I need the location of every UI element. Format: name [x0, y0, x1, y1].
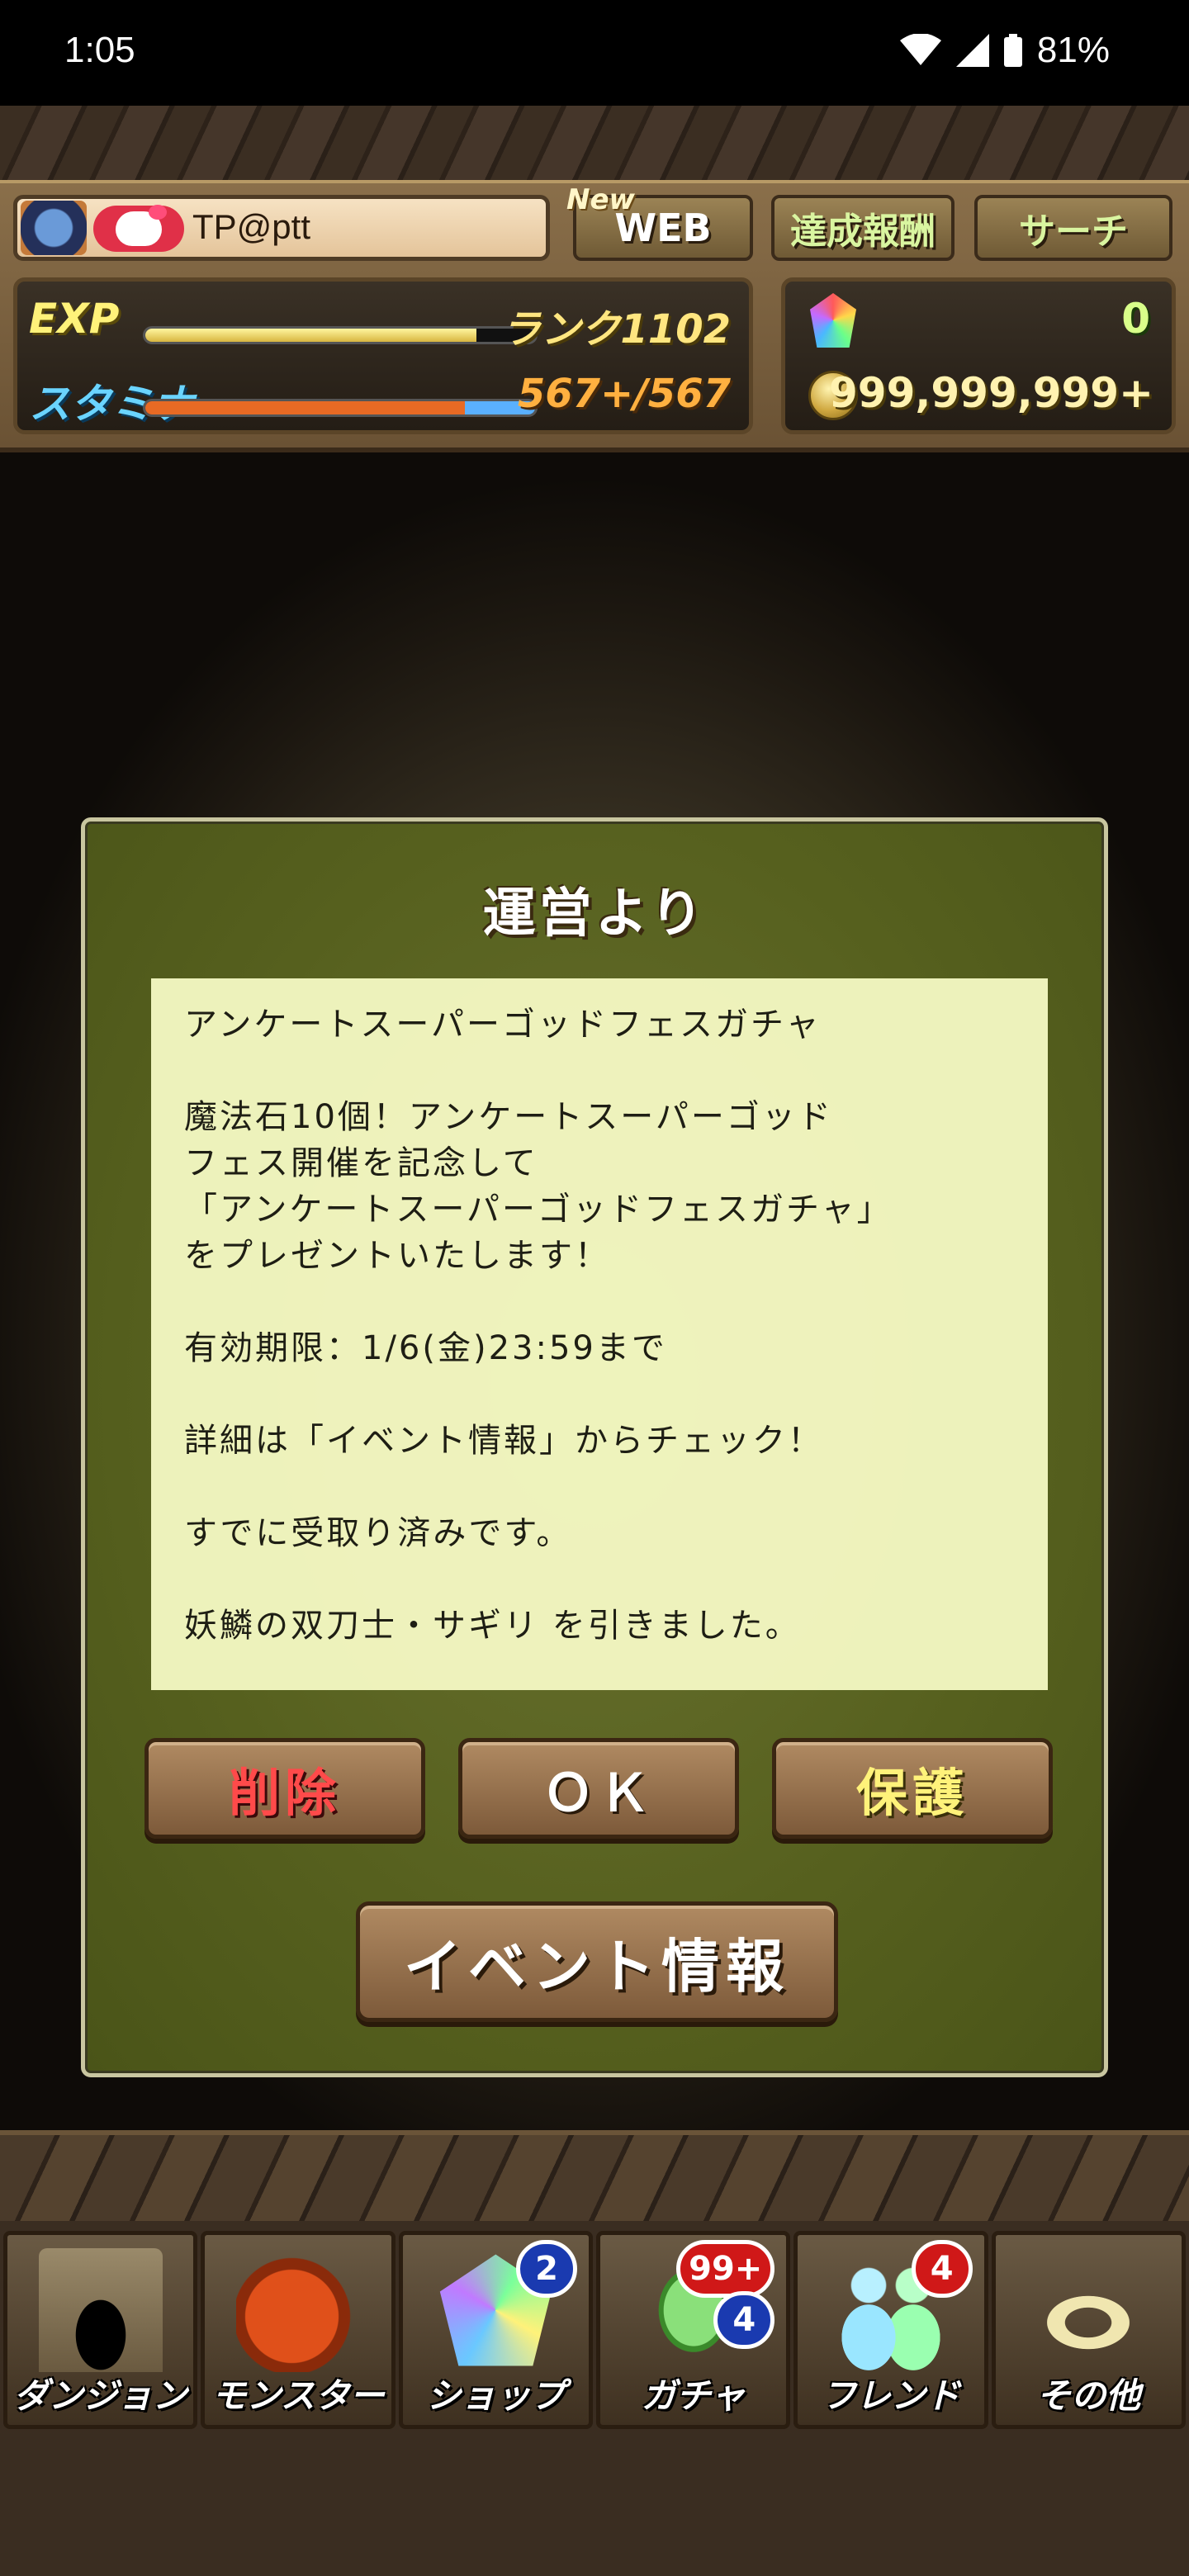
- nav-item-4[interactable]: 4 フレンド: [793, 2231, 988, 2429]
- nav-item-label: フレンド: [821, 2375, 960, 2416]
- stamina-value: 567+/567: [517, 371, 731, 417]
- system-status-bar: 1:05 81%: [0, 0, 1189, 106]
- coin-count: 999,999,999+: [829, 369, 1153, 417]
- battery-percent: 81%: [1036, 30, 1110, 70]
- nav-item-1[interactable]: モンスター: [201, 2231, 396, 2429]
- achievement-reward-button[interactable]: 達成報酬: [771, 195, 955, 261]
- notification-badge: 99+: [676, 2240, 775, 2298]
- notification-badge: 4: [911, 2240, 973, 2298]
- message-dialog: 運営より アンケートスーパーゴッドフェスガチャ 魔法石10個！アンケートスーパーゴ…: [81, 817, 1108, 2077]
- notification-badge: 2: [515, 2240, 577, 2298]
- message-line: アンケートスーパーゴッドフェスガチャ: [184, 1006, 822, 1044]
- nav-item-2[interactable]: 2 ショップ: [398, 2231, 593, 2429]
- message-line: 魔法石10個！アンケートスーパーゴッド: [184, 1098, 833, 1136]
- notification-badge: 4: [713, 2291, 775, 2349]
- nav-item-5[interactable]: その他: [991, 2231, 1186, 2429]
- hello-kitty-badge-icon: [93, 205, 184, 252]
- clock: 1:05: [64, 30, 135, 70]
- search-button[interactable]: サーチ: [974, 195, 1172, 261]
- ok-button[interactable]: ＯＫ: [458, 1738, 739, 1839]
- status-icons: 81%: [899, 30, 1110, 71]
- profile-panel[interactable]: TP@ptt: [13, 195, 550, 261]
- nav-item-label: モンスター: [211, 2375, 385, 2416]
- nav-item-3[interactable]: 99+ 4 ガチャ: [595, 2231, 791, 2429]
- message-line: をプレゼントいたします！: [184, 1237, 610, 1275]
- stamina-bar: [143, 399, 538, 417]
- delete-button[interactable]: 削除: [144, 1738, 425, 1839]
- exp-bar: [143, 326, 538, 344]
- currency-panel: 0 999,999,999+: [781, 277, 1176, 434]
- nav-item-0[interactable]: ダンジョン: [3, 2231, 198, 2429]
- stamina-bar-fill: [145, 401, 535, 414]
- player-stats-panel: EXP ランク1102 スタミナ 567+/567: [13, 277, 753, 434]
- magic-stone-icon: [810, 293, 856, 348]
- nav-item-label: ガチャ: [641, 2375, 746, 2416]
- magic-stone-count: 0: [1121, 295, 1150, 343]
- rank-value: ランク1102: [501, 306, 731, 353]
- red-dragon-icon: [235, 2248, 360, 2372]
- exp-label: EXP: [29, 295, 120, 343]
- cellular-signal-icon: [955, 34, 989, 67]
- rock-background-top: [0, 106, 1189, 188]
- nav-item-label: ダンジョン: [13, 2375, 187, 2416]
- nav-item-label: その他: [1036, 2375, 1141, 2416]
- event-info-button[interactable]: イベント情報: [356, 1901, 838, 2022]
- username: TP@ptt: [192, 207, 311, 246]
- battery-icon: [1003, 34, 1022, 67]
- protect-button[interactable]: 保護: [772, 1738, 1053, 1839]
- wifi-icon: [899, 34, 941, 65]
- bottom-nav-bar: ダンジョン モンスター 2 ショップ 99+ 4 ガチャ 4 フレンド その他: [3, 2231, 1186, 2429]
- dungeon-gate-icon: [38, 2248, 163, 2372]
- message-line: 「アンケートスーパーゴッドフェスガチャ」: [184, 1191, 893, 1229]
- message-body: アンケートスーパーゴッドフェスガチャ 魔法石10個！アンケートスーパーゴッド フェス…: [151, 978, 1048, 1690]
- exp-bar-fill: [145, 329, 477, 342]
- dialog-title: 運営より: [482, 883, 707, 945]
- message-line: すでに受取り済みです。: [184, 1514, 572, 1552]
- message-line: フェス開催を記念して: [184, 1144, 538, 1182]
- message-line: 詳細は「イベント情報」からチェック！: [184, 1422, 823, 1460]
- avatar[interactable]: [21, 201, 87, 255]
- bottom-navigation-area: ダンジョン モンスター 2 ショップ 99+ 4 ガチャ 4 フレンド その他: [0, 2130, 1189, 2576]
- rock-background-bottom: [0, 2130, 1189, 2221]
- player-header: TP@ptt WEB New 達成報酬 サーチ EXP ランク1102 スタミナ…: [0, 180, 1189, 452]
- new-tag: New: [566, 183, 635, 216]
- message-line: 有効期限：1/6(金)23:59まで: [184, 1329, 667, 1367]
- question-mark-icon: [1026, 2248, 1151, 2372]
- nav-item-label: ショップ: [426, 2375, 566, 2416]
- message-line: 妖鱗の双刀士・サギリ を引きました。: [184, 1607, 801, 1645]
